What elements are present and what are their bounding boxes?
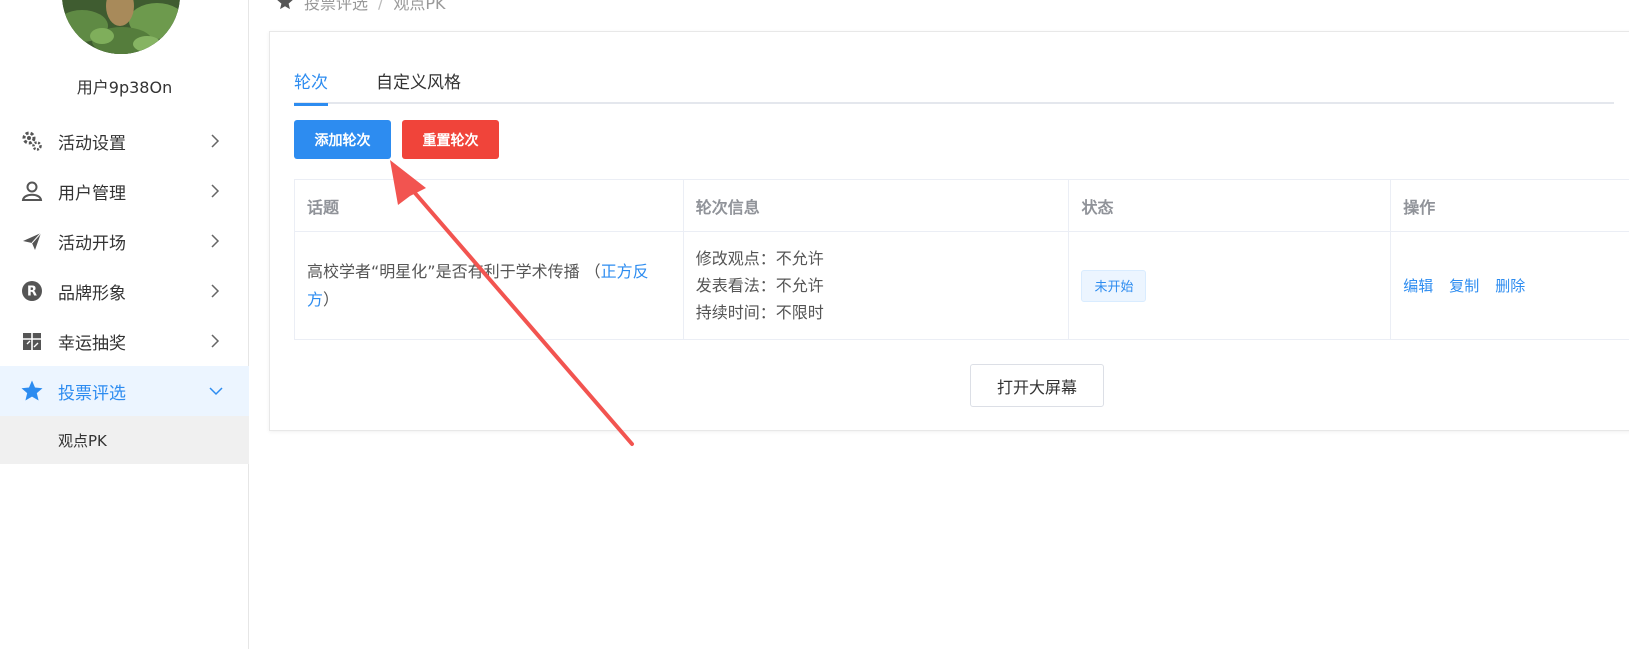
sidebar-item-voting[interactable]: 投票评选 [0,366,249,416]
round-info-cell: 修改观点：不允许 发表看法：不允许 持续时间：不限时 [684,232,1070,339]
add-round-button[interactable]: 添加轮次 [294,120,391,159]
chevron-down-icon [209,387,223,396]
breadcrumb: 投票评选 / 观点PK [276,0,446,14]
sidebar: 用户9p38On 活动设置 用户管理 活动开场 R 品牌形象 幸运抽奖 投票评选… [0,0,249,649]
paper-plane-icon [20,229,44,253]
delete-link[interactable]: 删除 [1495,275,1525,296]
status-badge: 未开始 [1081,269,1147,302]
info-post-opinion: 发表看法：不允许 [695,276,824,295]
user-icon [20,179,44,203]
sidebar-item-label: 投票评选 [58,383,126,404]
actions-cell: 编辑 复制 删除 [1391,232,1629,339]
topic-title: 高校学者“明星化”是否有利于学术传播 （ [307,261,601,281]
sidebar-item-label: 幸运抽奖 [58,333,126,354]
chevron-right-icon [211,184,220,198]
breadcrumb-item-current: 观点PK [393,0,446,13]
breadcrumb-separator: / [378,0,384,12]
reset-round-button[interactable]: 重置轮次 [402,120,499,159]
gift-icon [20,329,44,353]
sidebar-item-label: 活动设置 [58,133,126,154]
username: 用户9p38On [76,78,173,97]
table-header-topic: 话题 [295,180,684,231]
chevron-right-icon [211,134,220,148]
table-header-status: 状态 [1069,180,1392,231]
topic-text: 高校学者“明星化”是否有利于学术传播 （正方反方） [307,258,671,314]
info-duration: 持续时间：不限时 [695,303,824,322]
svg-text:R: R [27,285,37,300]
sidebar-item-brand-image[interactable]: R 品牌形象 [0,266,249,316]
chevron-right-icon [211,234,220,248]
sidebar-item-label: 用户管理 [58,183,126,204]
sidebar-subitem-label: 观点PK [58,431,107,450]
sidebar-menu: 活动设置 用户管理 活动开场 R 品牌形象 幸运抽奖 投票评选 观点PK [0,116,249,464]
app-root: 用户9p38On 活动设置 用户管理 活动开场 R 品牌形象 幸运抽奖 投票评选… [0,0,1629,649]
info-modify-viewpoint: 修改观点：不允许 [695,249,824,268]
topic-cell: 高校学者“明星化”是否有利于学术传播 （正方反方） [295,232,684,339]
star-icon [276,0,294,11]
sidebar-item-label: 活动开场 [58,233,126,254]
sidebar-item-activity-opening[interactable]: 活动开场 [0,216,249,266]
table-header-actions: 操作 [1403,197,1436,217]
status-cell: 未开始 [1069,232,1392,339]
sidebar-item-lucky-draw[interactable]: 幸运抽奖 [0,316,249,366]
topic-paren-close: ） [323,289,340,309]
edit-link[interactable]: 编辑 [1403,275,1433,296]
gears-icon [20,129,44,153]
chevron-right-icon [211,334,220,348]
rounds-table: 话题 轮次信息 状态 操作 高校学者“明星化”是否有利于学术传播 （正方反方） … [294,179,1629,340]
tab-rounds[interactable]: 轮次 [294,68,328,106]
sidebar-item-label: 品牌形象 [58,283,126,304]
copy-link[interactable]: 复制 [1449,275,1479,296]
content-card: 轮次 自定义风格 添加轮次 重置轮次 话题 轮次信息 状态 操作 高校学者“明星… [269,31,1629,431]
sidebar-item-user-management[interactable]: 用户管理 [0,166,249,216]
sidebar-subitem-viewpoint-pk[interactable]: 观点PK [0,416,249,464]
sidebar-item-activity-settings[interactable]: 活动设置 [0,116,249,166]
avatar[interactable] [62,0,180,54]
star-icon [20,379,44,403]
table-header-row: 话题 轮次信息 状态 操作 [295,180,1629,232]
tab-custom-style[interactable]: 自定义风格 [376,68,461,104]
open-big-screen-button[interactable]: 打开大屏幕 [970,364,1104,407]
table-header-round-info: 轮次信息 [684,180,1070,231]
table-row: 高校学者“明星化”是否有利于学术传播 （正方反方） 修改观点：不允许 发表看法：… [295,232,1629,340]
chevron-right-icon [211,284,220,298]
registered-icon: R [20,279,44,303]
breadcrumb-item-voting[interactable]: 投票评选 [304,0,368,14]
tab-bar: 轮次 自定义风格 [294,62,1614,106]
